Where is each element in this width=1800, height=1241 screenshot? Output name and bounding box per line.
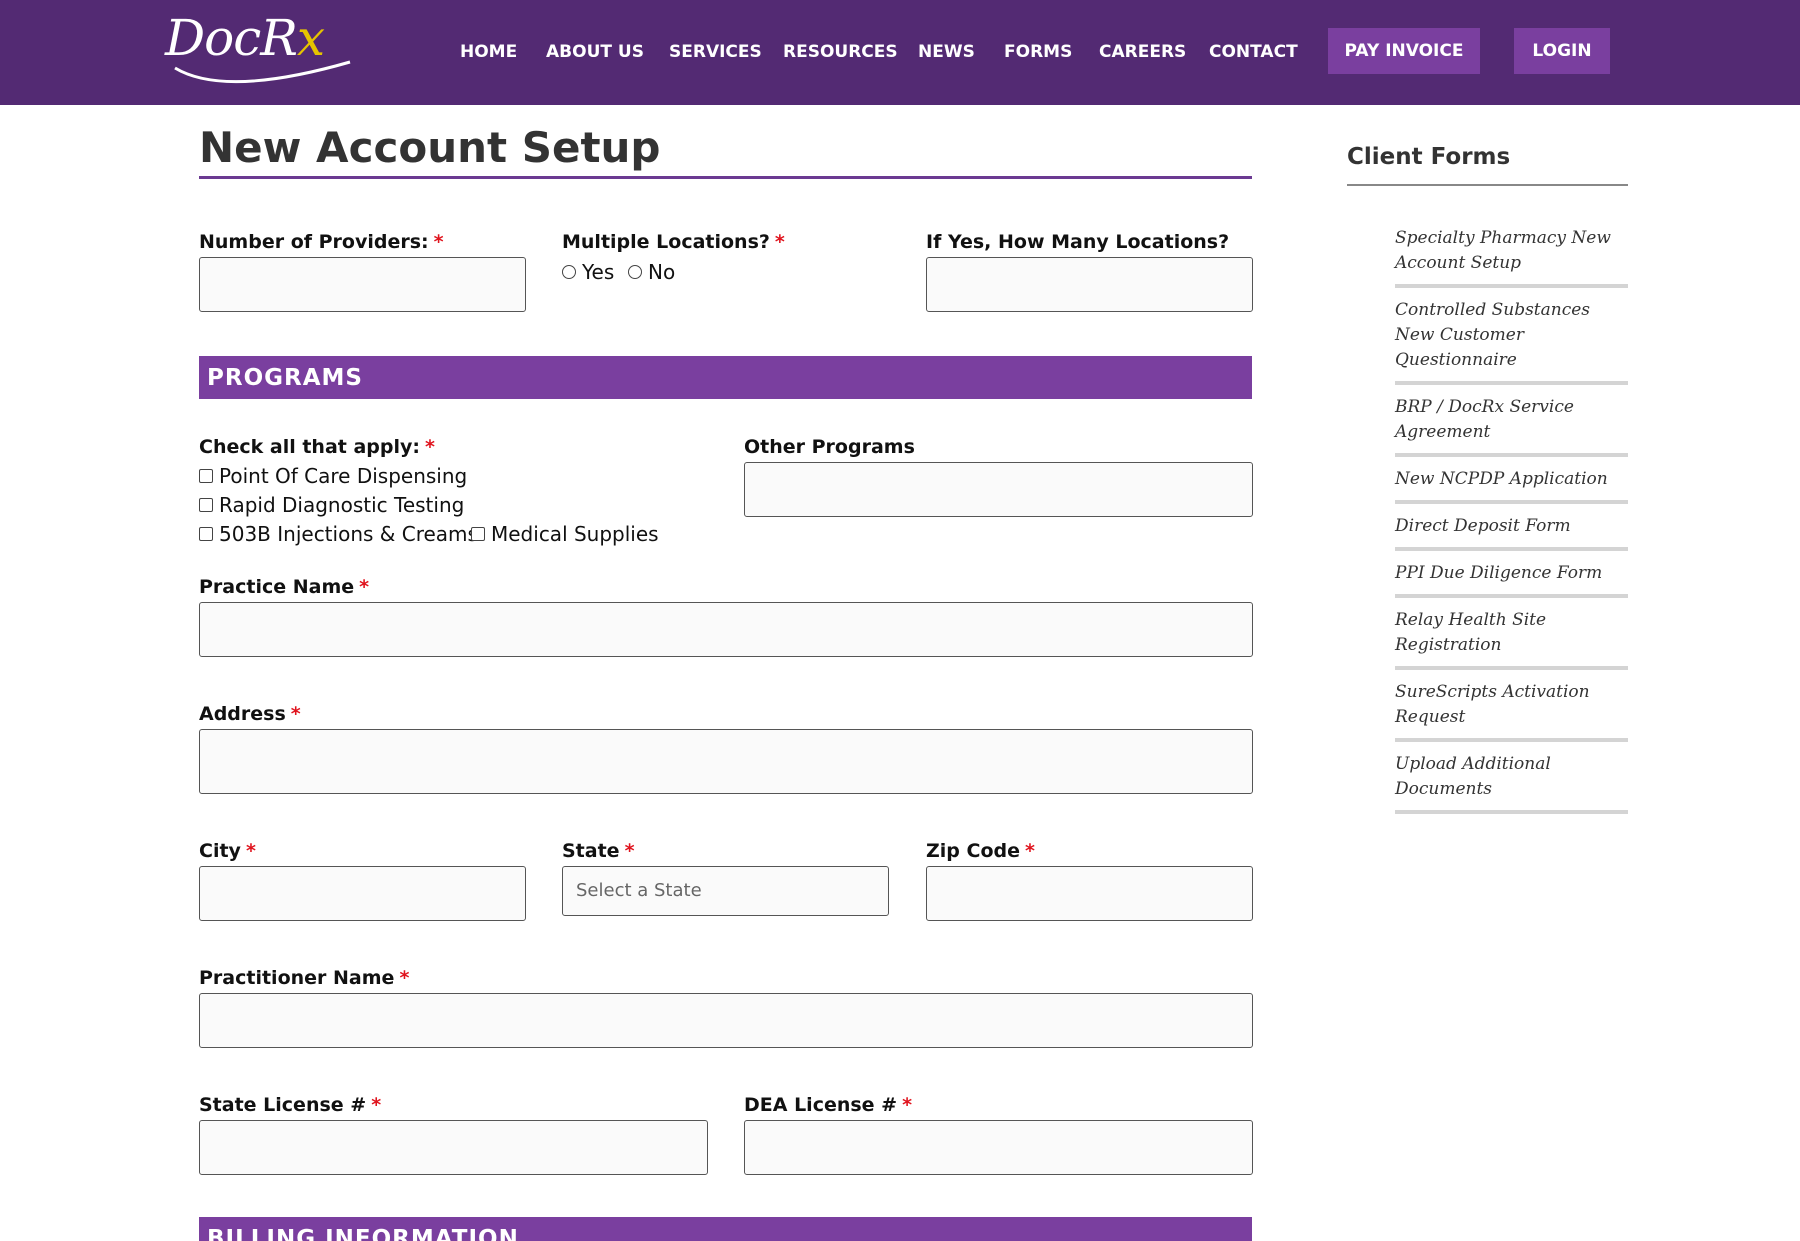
state-select[interactable]: Select a State [562, 866, 889, 916]
zip-code-label: Zip Code * [926, 840, 1035, 862]
state-license-input[interactable] [199, 1120, 708, 1175]
nav-contact[interactable]: CONTACT [1209, 40, 1298, 64]
required-mark: * [424, 436, 435, 458]
program-option-503b[interactable]: 503B Injections & Creams [199, 521, 478, 547]
sidebar-link-ppi-due-diligence[interactable]: PPI Due Diligence Form [1395, 561, 1628, 598]
city-label: City * [199, 840, 256, 862]
other-programs-label: Other Programs [744, 436, 915, 458]
dea-license-label: DEA License # * [744, 1094, 913, 1116]
other-programs-input[interactable] [744, 462, 1253, 517]
state-label: State * [562, 840, 635, 862]
required-mark: * [290, 703, 301, 725]
providers-input[interactable] [199, 257, 526, 312]
practitioner-name-label: Practitioner Name * [199, 967, 410, 989]
nav-careers[interactable]: CAREERS [1099, 40, 1186, 64]
sidebar-link-controlled-substances[interactable]: Controlled Substances New Customer Quest… [1395, 298, 1628, 385]
nav-resources[interactable]: RESOURCES [783, 40, 898, 64]
required-mark: * [1025, 840, 1035, 862]
sidebar-link-upload-documents[interactable]: Upload Additional Documents [1395, 752, 1628, 814]
checkbox-icon[interactable] [199, 527, 213, 541]
how-many-locations-label: If Yes, How Many Locations? [926, 231, 1230, 253]
providers-label: Number of Providers: * [199, 231, 444, 253]
program-option-medical-supplies[interactable]: Medical Supplies [471, 521, 659, 547]
title-divider [199, 176, 1252, 179]
sidebar-divider [1347, 184, 1628, 186]
practice-name-label: Practice Name * [199, 576, 370, 598]
billing-section-header: BILLING INFORMATION [199, 1217, 1252, 1241]
program-option-pocd[interactable]: Point Of Care Dispensing [199, 463, 467, 489]
radio-icon[interactable] [562, 265, 576, 279]
nav-forms[interactable]: FORMS [1004, 40, 1072, 64]
multiple-locations-label: Multiple Locations? * [562, 231, 785, 253]
sidebar-link-relay-health[interactable]: Relay Health Site Registration [1395, 608, 1628, 670]
sidebar-link-specialty-pharmacy[interactable]: Specialty Pharmacy New Account Setup [1395, 226, 1628, 288]
client-forms-list: Specialty Pharmacy New Account Setup Con… [1395, 226, 1628, 824]
site-header: DocRx HOME ABOUT US SERVICES RESOURCES N… [0, 0, 1800, 105]
state-license-label: State License # * [199, 1094, 382, 1116]
required-mark: * [433, 231, 444, 253]
address-label: Address * [199, 703, 301, 725]
sidebar-link-surescripts[interactable]: SureScripts Activation Request [1395, 680, 1628, 742]
required-mark: * [624, 840, 635, 862]
checkbox-icon[interactable] [199, 469, 213, 483]
radio-icon[interactable] [628, 265, 642, 279]
required-mark: * [245, 840, 256, 862]
nav-about-us[interactable]: ABOUT US [546, 40, 644, 64]
multiple-yes-option[interactable]: Yes [562, 259, 614, 285]
page-title: New Account Setup [199, 123, 661, 172]
required-mark: * [371, 1094, 382, 1116]
sidebar-link-ncpdp-application[interactable]: New NCPDP Application [1395, 467, 1628, 504]
programs-section-header: PROGRAMS [199, 356, 1252, 399]
sidebar-title: Client Forms [1347, 144, 1511, 170]
checkbox-icon[interactable] [199, 498, 213, 512]
main-nav: HOME ABOUT US SERVICES RESOURCES NEWS FO… [0, 0, 1800, 105]
nav-news[interactable]: NEWS [918, 40, 975, 64]
nav-services[interactable]: SERVICES [669, 40, 762, 64]
required-mark: * [774, 231, 785, 253]
address-input[interactable] [199, 729, 1253, 794]
required-mark: * [399, 967, 410, 989]
check-all-label: Check all that apply: * [199, 436, 435, 458]
dea-license-input[interactable] [744, 1120, 1253, 1175]
practitioner-name-input[interactable] [199, 993, 1253, 1048]
checkbox-icon[interactable] [471, 527, 485, 541]
practice-name-input[interactable] [199, 602, 1253, 657]
sidebar-link-direct-deposit[interactable]: Direct Deposit Form [1395, 514, 1628, 551]
sidebar-link-brp-service-agreement[interactable]: BRP / DocRx Service Agreement [1395, 395, 1628, 457]
multiple-no-option[interactable]: No [628, 259, 675, 285]
program-option-rdt[interactable]: Rapid Diagnostic Testing [199, 492, 464, 518]
required-mark: * [902, 1094, 913, 1116]
nav-home[interactable]: HOME [460, 40, 517, 64]
zip-code-input[interactable] [926, 866, 1253, 921]
pay-invoice-button[interactable]: PAY INVOICE [1328, 28, 1480, 74]
required-mark: * [359, 576, 370, 598]
city-input[interactable] [199, 866, 526, 921]
how-many-locations-input[interactable] [926, 257, 1253, 312]
login-button[interactable]: LOGIN [1514, 28, 1610, 74]
